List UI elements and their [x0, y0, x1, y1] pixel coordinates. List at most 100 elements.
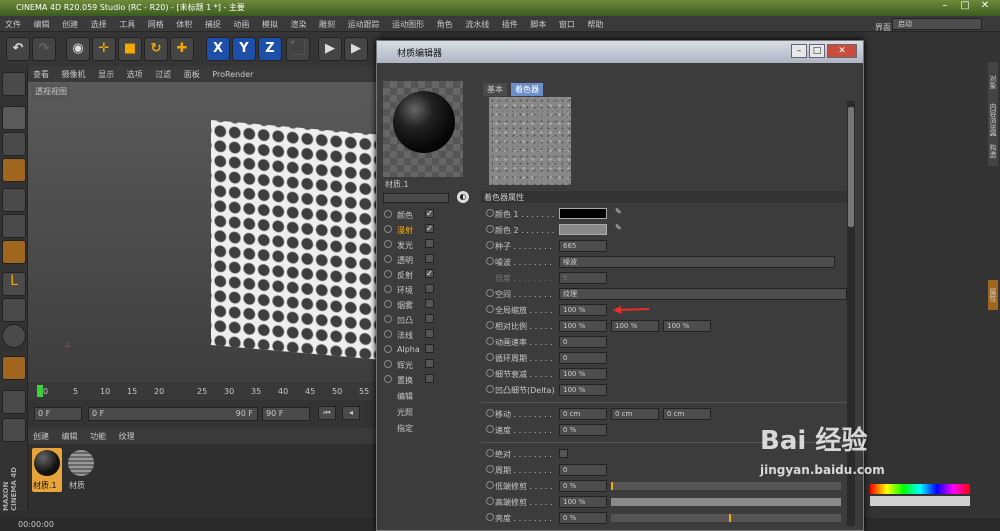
view-menu-display[interactable]: 显示 [93, 66, 119, 83]
menu-mograph[interactable]: 运动图形 [387, 16, 429, 33]
rel-scale-x-field[interactable]: 100 % [559, 320, 607, 332]
channel-environment[interactable]: 环境 [379, 282, 469, 297]
menu-edit[interactable]: 编辑 [29, 16, 55, 33]
axis-mode-icon[interactable]: L [2, 272, 26, 296]
dialog-minimize-button[interactable]: – [791, 44, 807, 58]
loop-period-field[interactable]: 0 [559, 352, 607, 364]
high-clip-field[interactable]: 100 % [559, 496, 607, 508]
view-menu-camera[interactable]: 摄像机 [57, 66, 91, 83]
x-axis-button[interactable]: X [206, 37, 230, 61]
rel-scale-y-field[interactable]: 100 % [611, 320, 659, 332]
make-editable-icon[interactable] [2, 72, 26, 96]
menu-motion-tracking[interactable]: 运动跟踪 [343, 16, 385, 33]
render-view-icon[interactable]: ▶ [318, 37, 342, 61]
goto-start-icon[interactable]: ⏮ [318, 406, 336, 420]
menu-animate[interactable]: 动画 [228, 16, 254, 33]
perspective-viewport[interactable]: 透视视图 ⊥ [28, 82, 380, 382]
mat-menu-edit[interactable]: 编辑 [57, 428, 83, 445]
snap-icon[interactable] [2, 324, 26, 348]
material-name-field[interactable] [383, 193, 449, 203]
channel-normal[interactable]: 法线 [379, 327, 469, 342]
menu-snap[interactable]: 捕捉 [200, 16, 226, 33]
move-y-field[interactable]: 0 cm [611, 408, 659, 420]
dialog-close-button[interactable]: ✕ [827, 44, 857, 58]
seed-field[interactable]: 665 [559, 240, 607, 252]
mat-menu-texture[interactable]: 纹理 [114, 428, 140, 445]
material-preview[interactable] [383, 81, 463, 177]
extra-illumination[interactable]: 光照 [397, 407, 413, 418]
layout-select[interactable]: 启动 [892, 18, 982, 30]
tab-basic[interactable]: 基本 [483, 83, 507, 96]
global-scale-field[interactable]: 100 % [559, 304, 607, 316]
menu-select[interactable]: 选择 [86, 16, 112, 33]
menu-help[interactable]: 帮助 [582, 16, 608, 33]
view-menu-view[interactable]: 查看 [28, 66, 54, 83]
low-clip-field[interactable]: 0 % [559, 480, 607, 492]
channel-reflectance[interactable]: 反射 ✓ [379, 267, 469, 282]
undo-icon[interactable]: ↶ [6, 37, 30, 61]
eyedropper-icon[interactable]: ✎ [615, 207, 622, 216]
scrollbar-thumb[interactable] [848, 107, 854, 227]
render-picture-icon[interactable]: ▶ [344, 37, 368, 61]
move-z-field[interactable]: 0 cm [663, 408, 711, 420]
lock-icon[interactable] [2, 390, 26, 414]
menu-volume[interactable]: 体积 [171, 16, 197, 33]
transform-tool-icon[interactable]: ✚ [170, 37, 194, 61]
color-swatch-bar[interactable] [870, 496, 970, 506]
z-axis-button[interactable]: Z [258, 37, 282, 61]
timeline[interactable]: 0 5 10 15 20 25 30 35 40 45 50 55 [28, 382, 380, 400]
mat-menu-create[interactable]: 创建 [28, 428, 54, 445]
anim-speed-field[interactable]: 0 [559, 336, 607, 348]
view-menu-prorender[interactable]: ProRender [207, 67, 258, 82]
model-mode-icon[interactable] [2, 106, 26, 130]
space-select[interactable]: 纹理 [559, 288, 847, 300]
octaves-field[interactable]: 5 [559, 272, 607, 284]
color2-swatch[interactable] [559, 224, 607, 235]
move-x-field[interactable]: 0 cm [559, 408, 607, 420]
menu-pipeline[interactable]: 流水线 [460, 16, 494, 33]
view-menu-panel[interactable]: 面板 [179, 66, 205, 83]
noise-select[interactable]: 噪波 [559, 256, 835, 268]
absolute-checkbox[interactable] [559, 449, 568, 458]
material-2-thumb[interactable]: 材质 [66, 448, 96, 492]
workplane-icon[interactable] [2, 158, 26, 182]
channel-transparency[interactable]: 透明 [379, 252, 469, 267]
prev-key-icon[interactable]: ◂ [342, 406, 360, 420]
extra-editor[interactable]: 编辑 [397, 391, 413, 402]
period-field[interactable]: 0 [559, 464, 607, 476]
menu-window[interactable]: 窗口 [554, 16, 580, 33]
close-button[interactable]: ✕ [975, 0, 995, 14]
channel-glow[interactable]: 辉光 [379, 357, 469, 372]
frame-range-slider[interactable]: 0 F 90 F [88, 407, 258, 421]
coord-system-icon[interactable]: ⬛ [286, 37, 310, 61]
points-mode-icon[interactable] [2, 188, 26, 212]
move-tool-icon[interactable]: ✛ [92, 37, 116, 61]
select-tool-icon[interactable]: ◉ [66, 37, 90, 61]
dotted-plane-object[interactable] [211, 120, 380, 360]
extra-assignment[interactable]: 指定 [397, 423, 413, 434]
channel-displacement[interactable]: 置换 [379, 372, 469, 387]
delta-field[interactable]: 100 % [559, 384, 607, 396]
rotate-tool-icon[interactable]: ↻ [144, 37, 168, 61]
color-spectrum[interactable] [870, 484, 970, 494]
menu-script[interactable]: 脚本 [525, 16, 551, 33]
tweak-icon[interactable] [2, 298, 26, 322]
redo-icon[interactable]: ↷ [32, 37, 56, 61]
menu-create[interactable]: 创建 [57, 16, 83, 33]
edges-mode-icon[interactable] [2, 214, 26, 238]
y-axis-button[interactable]: Y [232, 37, 256, 61]
menu-plugins[interactable]: 插件 [497, 16, 523, 33]
pick-icon[interactable]: ◐ [457, 191, 469, 203]
side-tab-attributes[interactable]: 属性 [988, 280, 998, 310]
channel-fog[interactable]: 烟雾 [379, 297, 469, 312]
low-clip-slider[interactable] [611, 482, 841, 490]
channel-color[interactable]: 颜色 ✓ [379, 207, 469, 222]
texture-mode-icon[interactable] [2, 132, 26, 156]
menu-render[interactable]: 渲染 [285, 16, 311, 33]
speed-field[interactable]: 0 % [559, 424, 607, 436]
menu-simulate[interactable]: 模拟 [257, 16, 283, 33]
lock-workplane-icon[interactable] [2, 418, 26, 442]
view-menu-options[interactable]: 选项 [122, 66, 148, 83]
magnet-icon[interactable] [2, 356, 26, 380]
channel-alpha[interactable]: Alpha [379, 342, 469, 357]
